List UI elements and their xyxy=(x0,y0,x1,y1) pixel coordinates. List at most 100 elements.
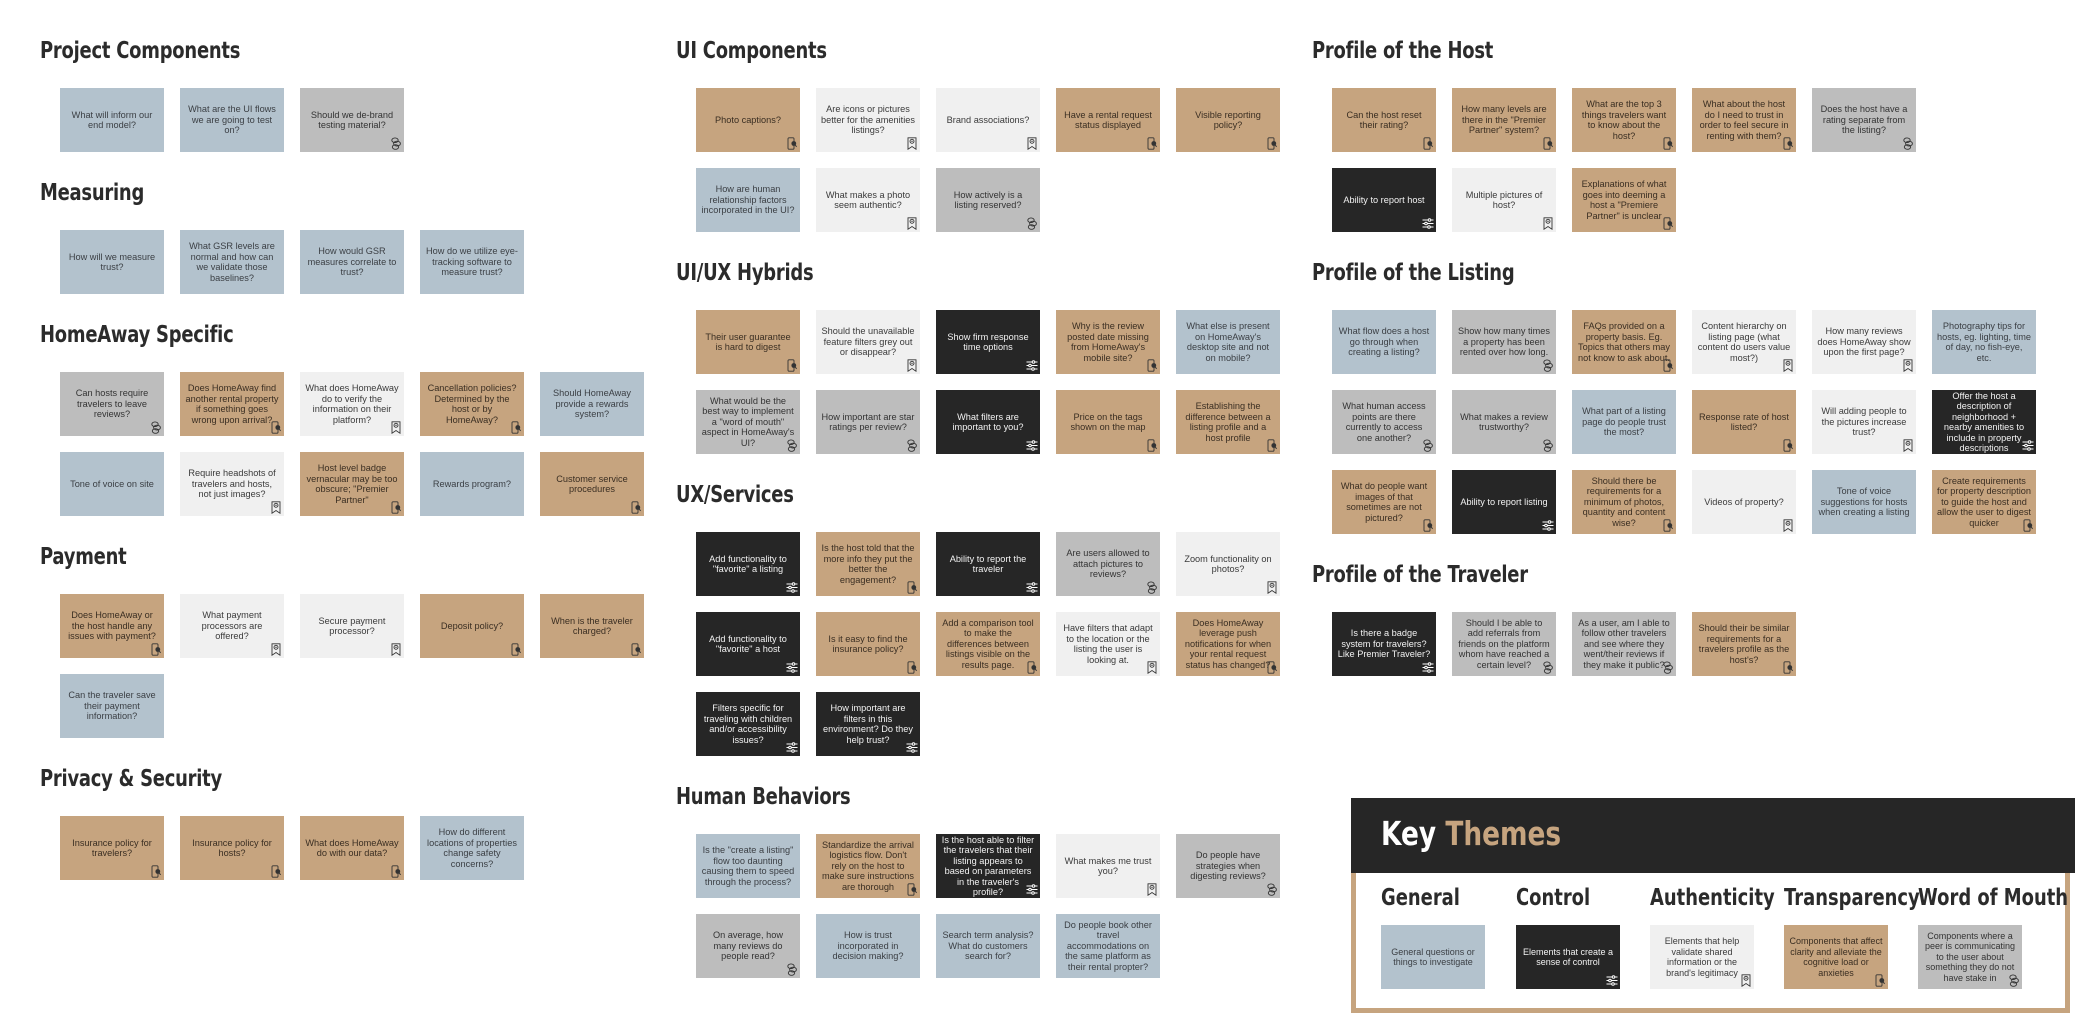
sticky-note[interactable]: Should we de-brand testing material? xyxy=(300,88,404,152)
sticky-note[interactable]: Standardize the arrival logistics flow. … xyxy=(816,834,920,898)
sticky-note[interactable]: Does HomeAway find another rental proper… xyxy=(180,372,284,436)
sticky-note[interactable]: Brand associations? xyxy=(936,88,1040,152)
sticky-note[interactable]: Search term analysis? What do customers … xyxy=(936,914,1040,978)
sticky-note[interactable]: Why is the review posted date missing fr… xyxy=(1056,310,1160,374)
sticky-note[interactable]: Is it easy to find the insurance policy? xyxy=(816,612,920,676)
sticky-note[interactable]: Host level badge vernacular may be too o… xyxy=(300,452,404,516)
sticky-note[interactable]: What does HomeAway do with our data? xyxy=(300,816,404,880)
sticky-note[interactable]: Will adding people to the pictures incre… xyxy=(1812,390,1916,454)
sticky-note[interactable]: What are the top 3 things travelers want… xyxy=(1572,88,1676,152)
sticky-note[interactable]: Have filters that adapt to the location … xyxy=(1056,612,1160,676)
sticky-note[interactable]: Insurance policy for travelers? xyxy=(60,816,164,880)
sticky-note[interactable]: Response rate of host listed? xyxy=(1692,390,1796,454)
sticky-note[interactable]: What GSR levels are normal and how can w… xyxy=(180,230,284,294)
sticky-note[interactable]: What flow does a host go through when cr… xyxy=(1332,310,1436,374)
sticky-note[interactable]: Ability to report the traveler xyxy=(936,532,1040,596)
sticky-note[interactable]: Add a comparison tool to make the differ… xyxy=(936,612,1040,676)
sticky-note[interactable]: Multiple pictures of host? xyxy=(1452,168,1556,232)
sticky-note[interactable]: What filters are important to you? xyxy=(936,390,1040,454)
sticky-note[interactable]: Filters specific for traveling with chil… xyxy=(696,692,800,756)
sticky-note[interactable]: Should there be requirements for a minim… xyxy=(1572,470,1676,534)
sticky-note[interactable]: Price on the tags shown on the map xyxy=(1056,390,1160,454)
sticky-note[interactable]: Offer the host a description of neighbor… xyxy=(1932,390,2036,454)
sticky-note[interactable]: Is the host told that the more info they… xyxy=(816,532,920,596)
sticky-note[interactable]: When is the traveler charged? xyxy=(540,594,644,658)
sticky-note[interactable]: Tone of voice on site xyxy=(60,452,164,516)
sticky-note[interactable]: Content hierarchy on listing page (what … xyxy=(1692,310,1796,374)
sticky-note[interactable]: Secure payment processor? xyxy=(300,594,404,658)
sticky-note[interactable]: Deposit policy? xyxy=(420,594,524,658)
badge-ribbon-icon xyxy=(1740,974,1752,987)
sticky-note[interactable]: Tone of voice suggestions for hosts when… xyxy=(1812,470,1916,534)
sticky-note[interactable]: Videos of property? xyxy=(1692,470,1796,534)
sticky-note[interactable]: Add functionality to "favorite" a host xyxy=(696,612,800,676)
sticky-note[interactable]: What would be the best way to implement … xyxy=(696,390,800,454)
sticky-note[interactable]: Photography tips for hosts, eg. lighting… xyxy=(1932,310,2036,374)
sticky-note[interactable]: Visible reporting policy? xyxy=(1176,88,1280,152)
sticky-note[interactable]: How are human relationship factors incor… xyxy=(696,168,800,232)
sticky-note-text: Cancellation policies? Determined by the… xyxy=(427,383,517,425)
sticky-note[interactable]: As a user, am I able to follow other tra… xyxy=(1572,612,1676,676)
sticky-note[interactable]: How many reviews does HomeAway show upon… xyxy=(1812,310,1916,374)
sticky-note[interactable]: Is there a badge system for travelers? L… xyxy=(1332,612,1436,676)
sticky-note-text: Content hierarchy on listing page (what … xyxy=(1697,321,1791,363)
sticky-note[interactable]: Are users allowed to attach pictures to … xyxy=(1056,532,1160,596)
sticky-note[interactable]: Are icons or pictures better for the ame… xyxy=(816,88,920,152)
sticky-note[interactable]: Can the host reset their rating? xyxy=(1332,88,1436,152)
sticky-note[interactable]: What are the UI flows we are going to te… xyxy=(180,88,284,152)
sticky-note[interactable]: Require headshots of travelers and hosts… xyxy=(180,452,284,516)
sticky-note[interactable]: Cancellation policies? Determined by the… xyxy=(420,372,524,436)
sticky-note[interactable]: Do people book other travel accommodatio… xyxy=(1056,914,1160,978)
sticky-note[interactable]: Should their be similar requirements for… xyxy=(1692,612,1796,676)
sticky-note[interactable]: Does HomeAway or the host handle any iss… xyxy=(60,594,164,658)
section-title: Project Components xyxy=(40,38,241,64)
sticky-note[interactable]: Does the host have a rating separate fro… xyxy=(1812,88,1916,152)
sticky-note[interactable]: Their user guarantee is hard to digest xyxy=(696,310,800,374)
sticky-note[interactable]: How do we utilize eye-tracking software … xyxy=(420,230,524,294)
sticky-note[interactable]: Establishing the difference between a li… xyxy=(1176,390,1280,454)
sticky-note[interactable]: Add functionality to "favorite" a listin… xyxy=(696,532,800,596)
sticky-note[interactable]: What makes a review trustworthy? xyxy=(1452,390,1556,454)
sticky-note[interactable]: How many levels are there in the "Premie… xyxy=(1452,88,1556,152)
sticky-note[interactable]: How is trust incorporated in decision ma… xyxy=(816,914,920,978)
sticky-note[interactable]: Zoom functionality on photos? xyxy=(1176,532,1280,596)
sticky-note[interactable]: How important are filters in this enviro… xyxy=(816,692,920,756)
sticky-note[interactable]: Create requirements for property descrip… xyxy=(1932,470,2036,534)
sticky-note[interactable]: On average, how many reviews do people r… xyxy=(696,914,800,978)
sticky-note[interactable]: How actively is a listing reserved? xyxy=(936,168,1040,232)
sticky-note[interactable]: How important are star ratings per revie… xyxy=(816,390,920,454)
sticky-note[interactable]: What human access points are there curre… xyxy=(1332,390,1436,454)
sticky-note[interactable]: How will we measure trust? xyxy=(60,230,164,294)
sticky-note[interactable]: FAQs provided on a property basis. Eg. T… xyxy=(1572,310,1676,374)
sticky-note[interactable]: Do people have strategies when digesting… xyxy=(1176,834,1280,898)
sticky-note[interactable]: What does HomeAway do to verify the info… xyxy=(300,372,404,436)
sticky-note[interactable]: Can hosts require travelers to leave rev… xyxy=(60,372,164,436)
sticky-note[interactable]: Is the "create a listing" flow too daunt… xyxy=(696,834,800,898)
sticky-note[interactable]: How would GSR measures correlate to trus… xyxy=(300,230,404,294)
sticky-note[interactable]: What part of a listing page do people tr… xyxy=(1572,390,1676,454)
sticky-note[interactable]: Customer service procedures xyxy=(540,452,644,516)
sticky-note[interactable]: Have a rental request status displayed xyxy=(1056,88,1160,152)
sticky-note[interactable]: Explanations of what goes into deeming a… xyxy=(1572,168,1676,232)
sticky-note[interactable]: Ability to report listing xyxy=(1452,470,1556,534)
sticky-note[interactable]: Photo captions? xyxy=(696,88,800,152)
sticky-note[interactable]: Should the unavailable feature filters g… xyxy=(816,310,920,374)
sticky-note[interactable]: Rewards program? xyxy=(420,452,524,516)
sticky-note[interactable]: Is the host able to filter the travelers… xyxy=(936,834,1040,898)
sticky-note[interactable]: How do different locations of properties… xyxy=(420,816,524,880)
sticky-note[interactable]: Can the traveler save their payment info… xyxy=(60,674,164,738)
sticky-note[interactable]: Should I be able to add referrals from f… xyxy=(1452,612,1556,676)
sticky-note[interactable]: What else is present on HomeAway's deskt… xyxy=(1176,310,1280,374)
sticky-note[interactable]: What makes a photo seem authentic? xyxy=(816,168,920,232)
sticky-note[interactable]: What payment processors are offered? xyxy=(180,594,284,658)
sticky-note[interactable]: Does HomeAway leverage push notification… xyxy=(1176,612,1280,676)
sticky-note[interactable]: Show how many times a property has been … xyxy=(1452,310,1556,374)
sticky-note[interactable]: What will inform our end model? xyxy=(60,88,164,152)
sticky-note[interactable]: Show firm response time options xyxy=(936,310,1040,374)
sticky-note[interactable]: Insurance policy for hosts? xyxy=(180,816,284,880)
sticky-note[interactable]: Should HomeAway provide a rewards system… xyxy=(540,372,644,436)
sticky-note[interactable]: Ability to report host xyxy=(1332,168,1436,232)
sticky-note[interactable]: What about the host do I need to trust i… xyxy=(1692,88,1796,152)
sticky-note[interactable]: What do people want images of that somet… xyxy=(1332,470,1436,534)
sticky-note[interactable]: What makes me trust you? xyxy=(1056,834,1160,898)
